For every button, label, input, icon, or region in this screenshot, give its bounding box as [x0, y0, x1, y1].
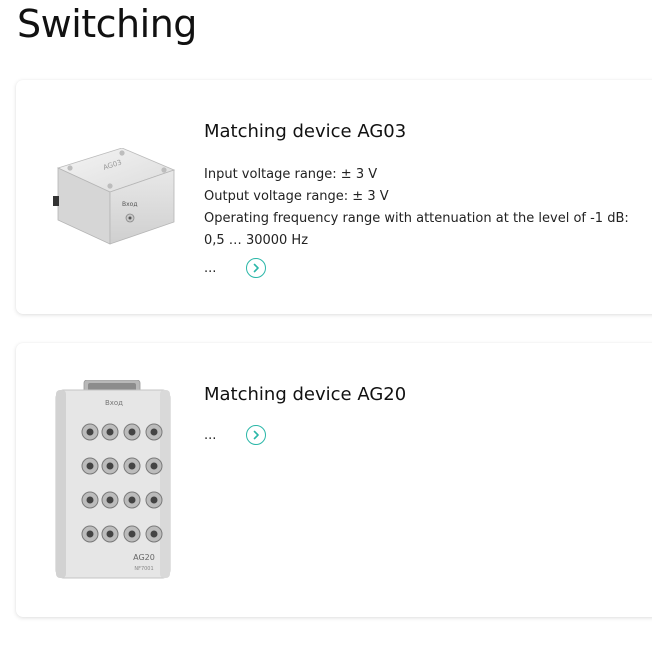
spec-line: Input voltage range: ± 3 V [204, 167, 378, 182]
bnc-connector-pin [86, 462, 94, 470]
bnc-connector-pin [150, 530, 158, 538]
bnc-connector-pin [150, 428, 158, 436]
more-button[interactable] [246, 258, 266, 278]
svg-text:AG20: AG20 [133, 553, 155, 562]
product-specs: Input voltage range: ± 3 V Output voltag… [204, 164, 629, 252]
more-ellipsis: ... [204, 260, 217, 276]
bnc-connector-pin [128, 530, 136, 538]
bnc-connector-pin [106, 462, 114, 470]
bnc-connector-pin [106, 530, 114, 538]
more-button[interactable] [246, 425, 266, 445]
bnc-connector-pin [128, 496, 136, 504]
junction-box-image: AG03 Вход [53, 147, 176, 245]
product-card-ag03: AG03 Вход Matching device AG03 Input vol… [16, 80, 652, 314]
chevron-right-icon [253, 263, 259, 273]
bnc-connector-pin [150, 462, 158, 470]
bnc-connector-pin [106, 428, 114, 436]
bnc-connector-pin [150, 496, 158, 504]
more-ellipsis: ... [204, 427, 217, 443]
product-title[interactable]: Matching device AG03 [204, 121, 406, 142]
bnc-connector-pin [128, 428, 136, 436]
bnc-connector-pin [128, 462, 136, 470]
spec-line: Operating frequency range with attenuati… [204, 211, 629, 226]
bnc-panel-device-image: Вход AG20 NF7001 [55, 379, 171, 579]
product-card-ag20: Вход AG20 NF7001 Matching device AG20 ..… [16, 343, 652, 617]
spec-line: Output voltage range: ± 3 V [204, 189, 389, 204]
svg-text:Вход: Вход [105, 399, 123, 407]
svg-text:NF7001: NF7001 [134, 566, 153, 572]
bnc-connector-pin [86, 530, 94, 538]
chevron-right-icon [253, 430, 259, 440]
bnc-connector-pin [86, 496, 94, 504]
bnc-connector-pin [86, 428, 94, 436]
spec-line: 0,5 … 30000 Hz [204, 233, 309, 248]
page-title: Switching [17, 2, 197, 46]
product-title[interactable]: Matching device AG20 [204, 384, 406, 405]
svg-text:Вход: Вход [122, 201, 138, 208]
product-image-ag03[interactable]: AG03 Вход [52, 147, 176, 252]
product-image-ag20[interactable]: Вход AG20 NF7001 [54, 379, 174, 580]
more-row: ... [204, 425, 266, 445]
bnc-connector-pin [106, 496, 114, 504]
more-row: ... [204, 258, 266, 278]
